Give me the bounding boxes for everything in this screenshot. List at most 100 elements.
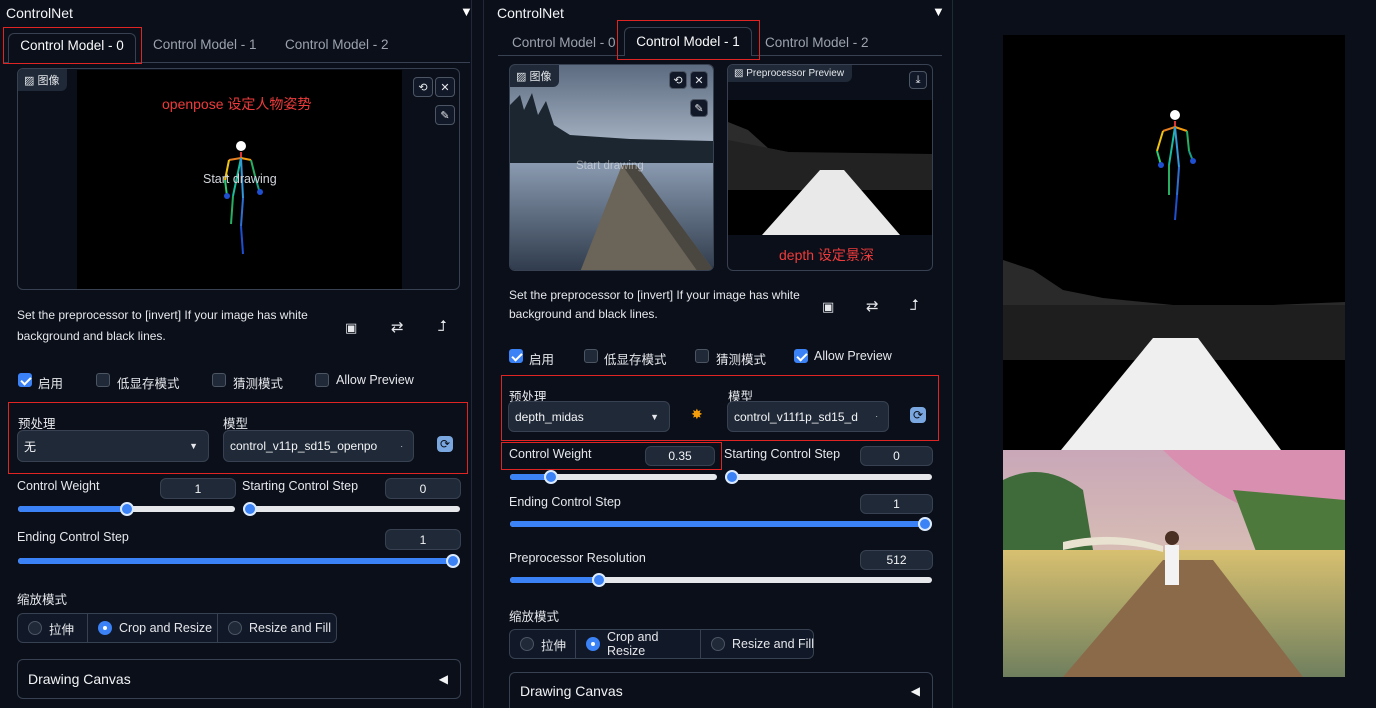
preprocessor-select[interactable]: 无 ▼ <box>17 430 209 462</box>
output-gallery <box>1003 35 1345 677</box>
openpose-canvas[interactable]: openpose 设定人物姿势 Start drawing <box>77 70 402 289</box>
tab-control-model-1[interactable]: Control Model - 1 <box>153 37 257 52</box>
depth-annotation: depth 设定景深 <box>779 247 874 263</box>
low-vram-checkbox[interactable] <box>96 373 110 387</box>
radio-dot <box>98 621 112 635</box>
camera-icon[interactable]: ▣ <box>822 299 834 315</box>
panel-title: ControlNet <box>6 5 73 21</box>
image-input[interactable]: ▨ 图像 openpose 设定人物姿势 Start drawing ⟲ ✕ ✎ <box>17 68 460 290</box>
chevron-down-icon: ▼ <box>189 441 198 451</box>
control-weight-slider[interactable] <box>18 502 235 516</box>
radio-label: Resize and Fill <box>249 621 331 635</box>
ending-step-label: Ending Control Step <box>509 495 621 509</box>
brush-icon[interactable]: ✎ <box>435 105 455 125</box>
starting-step-slider[interactable] <box>725 470 932 484</box>
generated-output-image[interactable] <box>1003 450 1345 677</box>
swap-icon[interactable]: ⇄ <box>391 318 404 336</box>
allow-preview-checkbox[interactable] <box>315 373 329 387</box>
resize-option-stretch[interactable]: 拉伸 <box>18 614 88 642</box>
resize-mode-group: 拉伸 Crop and Resize Resize and Fill <box>509 629 814 659</box>
image-small-icon: ▨ <box>734 68 744 79</box>
resolution-input[interactable]: 512 <box>860 550 933 570</box>
low-vram-checkbox[interactable] <box>584 349 598 363</box>
control-weight-input[interactable]: 1 <box>160 478 236 499</box>
starting-step-slider[interactable] <box>243 502 460 516</box>
ending-step-input[interactable]: 1 <box>860 494 933 514</box>
starting-step-input[interactable]: 0 <box>385 478 461 499</box>
preprocessor-select[interactable]: depth_midas ▼ <box>508 401 670 432</box>
enable-checkbox[interactable] <box>509 349 523 363</box>
ending-step-input[interactable]: 1 <box>385 529 461 550</box>
allow-preview-checkbox[interactable] <box>794 349 808 363</box>
resolution-slider[interactable] <box>510 573 932 587</box>
download-icon[interactable]: ⤓ <box>909 71 927 89</box>
preview-label-text: Preprocessor Preview <box>746 68 845 79</box>
enable-label: 启用 <box>38 377 64 391</box>
close-icon[interactable]: ✕ <box>435 77 455 97</box>
radio-label: Crop and Resize <box>606 630 659 658</box>
enable-label: 启用 <box>529 353 555 367</box>
drawing-canvas-label: Drawing Canvas <box>520 682 623 699</box>
controlnet-panel-1: ControlNet ▼ Control Model - 0 Control M… <box>483 0 953 708</box>
control-weight-input[interactable]: 0.35 <box>645 446 715 466</box>
radio-dot <box>711 637 725 651</box>
drawing-canvas-accordion[interactable]: Drawing Canvas ◀ <box>509 672 933 708</box>
depth-map-image <box>728 100 932 235</box>
starting-step-label: Starting Control Step <box>242 479 359 493</box>
tab-control-model-0[interactable]: Control Model - 0 <box>8 33 136 63</box>
radio-dot <box>586 637 600 651</box>
chevron-icon: · <box>875 412 878 421</box>
control-weight-slider[interactable] <box>510 470 717 484</box>
drawing-canvas-accordion[interactable]: Drawing Canvas ◀ <box>17 659 461 699</box>
resize-option-fill[interactable]: Resize and Fill <box>701 630 815 658</box>
preview-label: ▨ Preprocessor Preview <box>728 65 853 82</box>
depth-output-image[interactable] <box>1003 250 1345 450</box>
model-select[interactable]: control_v11f1p_sd15_d · <box>727 401 889 432</box>
swap-icon[interactable]: ⇄ <box>866 297 879 315</box>
starting-step-label: Starting Control Step <box>724 447 841 461</box>
resize-option-crop[interactable]: Crop and Resize <box>88 614 218 642</box>
chevron-down-icon: ▼ <box>650 411 659 422</box>
radio-label: Crop and Resize <box>119 621 213 635</box>
refresh-icon[interactable]: ⟳ <box>437 436 453 452</box>
collapse-icon[interactable]: ▼ <box>460 4 473 19</box>
send-up-icon[interactable]: ⮥ <box>910 297 919 314</box>
model-select[interactable]: control_v11p_sd15_openpo · <box>223 430 414 462</box>
triangle-left-icon: ◀ <box>438 672 448 686</box>
image-input[interactable]: ▨ 图像 Start drawing ⟲ ✕ ✎ <box>509 64 714 271</box>
model-value: control_v11f1p_sd15_d <box>734 409 858 424</box>
refresh-icon[interactable]: ⟳ <box>910 407 926 423</box>
brush-icon[interactable]: ✎ <box>690 99 708 117</box>
ending-step-slider[interactable] <box>18 554 460 568</box>
resize-option-crop[interactable]: Crop and Resize <box>576 630 701 658</box>
image-label-text: 图像 <box>529 71 552 83</box>
resize-option-stretch[interactable]: 拉伸 <box>510 630 576 658</box>
pose-output-image[interactable] <box>1003 35 1345 250</box>
pose-skeleton <box>224 141 263 255</box>
camera-icon[interactable]: ▣ <box>345 320 357 336</box>
enable-checkbox[interactable] <box>18 373 32 387</box>
undo-icon[interactable]: ⟲ <box>413 77 433 97</box>
tab-control-model-2[interactable]: Control Model - 2 <box>765 35 869 50</box>
preprocessor-value: depth_midas <box>515 409 584 424</box>
run-preprocessor-icon[interactable]: ✸ <box>691 406 703 423</box>
tab-control-model-2[interactable]: Control Model - 2 <box>285 37 389 52</box>
undo-icon[interactable]: ⟲ <box>669 71 687 89</box>
tab-control-model-0[interactable]: Control Model - 0 <box>512 35 616 50</box>
image-small-icon: ▨ <box>24 75 35 87</box>
close-icon[interactable]: ✕ <box>690 71 708 89</box>
low-vram-label: 低显存模式 <box>604 353 667 367</box>
collapse-icon[interactable]: ▼ <box>932 4 945 19</box>
canvas-hint: Start drawing <box>576 160 644 172</box>
resize-option-fill[interactable]: Resize and Fill <box>218 614 338 642</box>
starting-step-input[interactable]: 0 <box>860 446 933 466</box>
preprocessor-value: 无 <box>24 439 37 454</box>
guess-mode-label: 猜测模式 <box>716 353 767 367</box>
tab-control-model-1[interactable]: Control Model - 1 <box>624 27 752 56</box>
image-label: ▨ 图像 <box>510 65 560 87</box>
ending-step-slider[interactable] <box>510 517 932 531</box>
send-up-icon[interactable]: ⮥ <box>438 318 447 335</box>
guess-mode-checkbox[interactable] <box>695 349 709 363</box>
guess-mode-checkbox[interactable] <box>212 373 226 387</box>
guess-mode-label: 猜测模式 <box>233 377 284 391</box>
